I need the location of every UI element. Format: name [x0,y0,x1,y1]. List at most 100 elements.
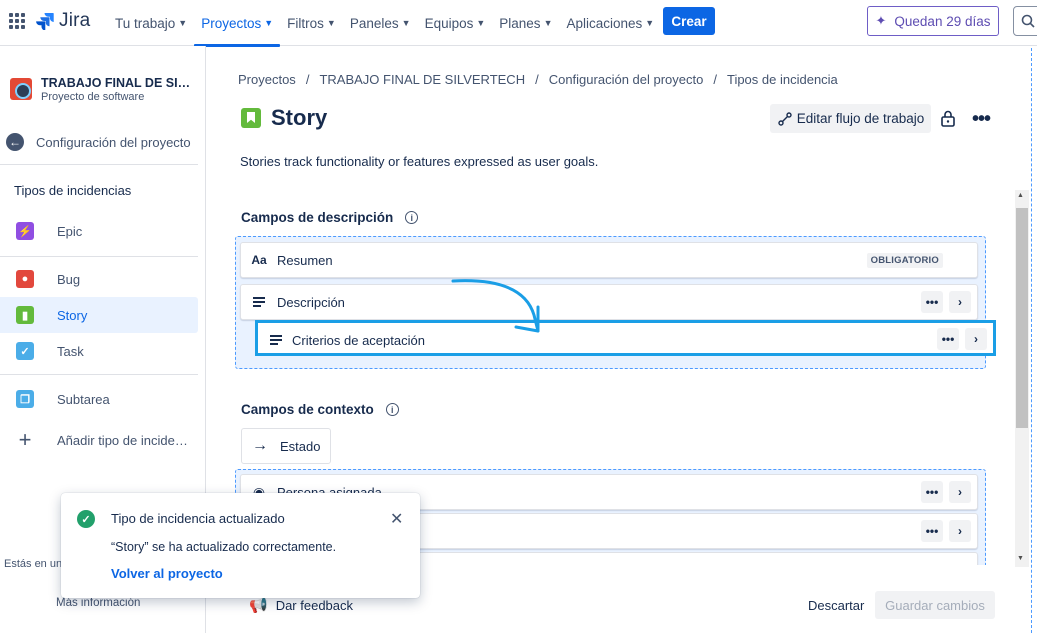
top-navigation: Jira Tu trabajo ▼ Proyectos ▼ Filtros ▼ Pan… [0,0,1037,47]
bug-icon: ● [16,270,34,288]
page-title: Story [271,105,328,130]
info-icon[interactable]: i [405,211,419,224]
feedback-button[interactable]: 📢 Dar feedback [249,596,353,614]
chevron-down-icon: ▼ [326,18,336,28]
field-descripcion[interactable]: Descripción ••• › [240,284,978,320]
nav-planes[interactable]: Planes ▼ [492,0,559,46]
context-fields-heading: Campos de contexto i [241,402,399,417]
field-label: Estado [280,438,321,454]
success-toast: ✓ Tipo de incidencia actualizado “Story”… [61,493,420,598]
more-icon[interactable]: ••• [921,481,943,503]
field-estado[interactable]: → Estado [241,428,331,464]
sidebar-item-bug[interactable]: ● Bug [0,261,198,297]
search-input[interactable] [1013,6,1037,36]
required-badge: OBLIGATORIO [866,252,943,268]
nav-label: Aplicaciones [566,15,643,31]
chevron-down-icon: ▼ [476,18,486,28]
divider [0,374,198,375]
sidebar-item-story[interactable]: ▮ Story [0,297,198,333]
sidebar-footer-text: Estás en un [4,558,63,570]
more-icon[interactable]: ••• [921,291,943,313]
more-icon[interactable]: ••• [921,520,943,542]
scroll-up-icon[interactable]: ▲ [1017,192,1024,199]
sidebar-item-add-type[interactable]: + Añadir tipo de incidencia [0,422,198,458]
sidebar-item-label: Task [57,343,84,359]
breadcrumb-projects[interactable]: Proyectos [238,72,296,87]
nav-aplicaciones[interactable]: Aplicaciones ▼ [559,0,661,46]
more-actions-icon[interactable]: ••• [972,108,991,131]
create-button[interactable]: Crear [663,7,715,35]
text-icon: Aa [251,253,267,267]
description-fields-heading: Campos de descripción i [241,210,419,225]
divider [0,256,198,257]
issue-type-description: Stories track functionality or features … [240,154,599,169]
breadcrumb-issue-types[interactable]: Tipos de incidencia [727,72,838,87]
issue-types-heading: Tipos de incidencias [14,183,132,198]
description-icon [253,297,265,307]
megaphone-icon: 📢 [249,597,268,614]
nav-paneles[interactable]: Paneles ▼ [343,0,418,46]
field-criterios-aceptacion[interactable]: Criterios de aceptación ••• › [255,320,996,356]
jira-logo-icon [36,13,54,30]
breadcrumb-separator: / [305,72,310,87]
project-name: TRABAJO FINAL DE SILVERTECH [41,76,191,90]
back-to-project-link[interactable]: Volver al proyecto [111,566,223,581]
edit-workflow-label: Editar flujo de trabajo [796,111,925,126]
section-title: Campos de contexto [241,402,374,417]
breadcrumb-separator: / [535,72,539,87]
divider [0,164,198,165]
more-info-link[interactable]: Más información [56,597,140,609]
sidebar-item-epic[interactable]: ⚡ Epic [0,213,198,249]
field-label: Resumen [277,252,333,268]
project-header[interactable]: TRABAJO FINAL DE SILVERTECH Proyecto de … [10,76,191,103]
epic-icon: ⚡ [16,222,34,240]
nav-filtros[interactable]: Filtros ▼ [280,0,343,46]
chevron-right-icon[interactable]: › [949,520,971,542]
nav-label: Equipos [424,15,474,31]
lock-icon[interactable] [940,110,956,127]
chevron-down-icon: ▼ [264,18,274,28]
workflow-icon [778,111,792,126]
project-avatar [10,78,32,100]
trial-button[interactable]: ✦ Quedan 29 días [867,6,999,36]
nav-label: Planes [499,15,541,31]
breadcrumb-settings[interactable]: Configuración del proyecto [549,72,704,87]
info-icon[interactable]: i [385,403,399,416]
sidebar-item-task[interactable]: ✓ Task [0,333,198,369]
section-title: Campos de descripción [241,210,394,225]
save-changes-button[interactable]: Guardar cambios [875,591,995,619]
app-switcher-icon[interactable] [9,13,25,29]
plus-icon: + [18,427,32,452]
close-icon[interactable]: ✕ [390,509,403,529]
field-label: Criterios de aceptación [292,333,425,348]
logo-text: Jira [59,10,91,31]
sidebar-item-label: Añadir tipo de incidencia [57,432,192,448]
toast-title: Tipo de incidencia actualizado [111,511,285,526]
breadcrumb-project[interactable]: TRABAJO FINAL DE SILVERTECH [319,72,525,87]
back-to-settings[interactable]: ← Configuración del proyecto [6,133,191,151]
jira-logo[interactable]: Jira [36,10,90,32]
project-type: Proyecto de software [41,91,145,103]
scroll-down-icon[interactable]: ▼ [1017,555,1024,562]
arrow-left-icon: ← [6,133,24,151]
nav-equipos[interactable]: Equipos ▼ [418,0,493,46]
scrollbar-thumb[interactable] [1016,208,1028,428]
discard-button[interactable]: Descartar [808,598,864,613]
breadcrumb-separator: / [713,72,717,87]
nav-tu-trabajo[interactable]: Tu trabajo ▼ [108,0,194,46]
chevron-right-icon[interactable]: › [965,328,987,350]
nav-label: Filtros [287,15,324,31]
back-label: Configuración del proyecto [36,134,191,150]
breadcrumb: Proyectos / TRABAJO FINAL DE SILVERTECH … [238,72,838,87]
edit-workflow-button[interactable]: Editar flujo de trabajo [770,104,931,133]
nav-label: Proyectos [201,15,262,31]
nav-proyectos[interactable]: Proyectos ▼ [194,0,281,47]
nav-label: Tu trabajo [115,15,176,31]
chevron-right-icon[interactable]: › [949,291,971,313]
field-resumen[interactable]: Aa Resumen OBLIGATORIO [240,242,978,278]
success-check-icon: ✓ [77,510,95,528]
search-icon [1021,14,1035,28]
sidebar-item-subtask[interactable]: ❐ Subtarea [0,381,198,417]
more-icon[interactable]: ••• [937,328,959,350]
chevron-right-icon[interactable]: › [949,481,971,503]
